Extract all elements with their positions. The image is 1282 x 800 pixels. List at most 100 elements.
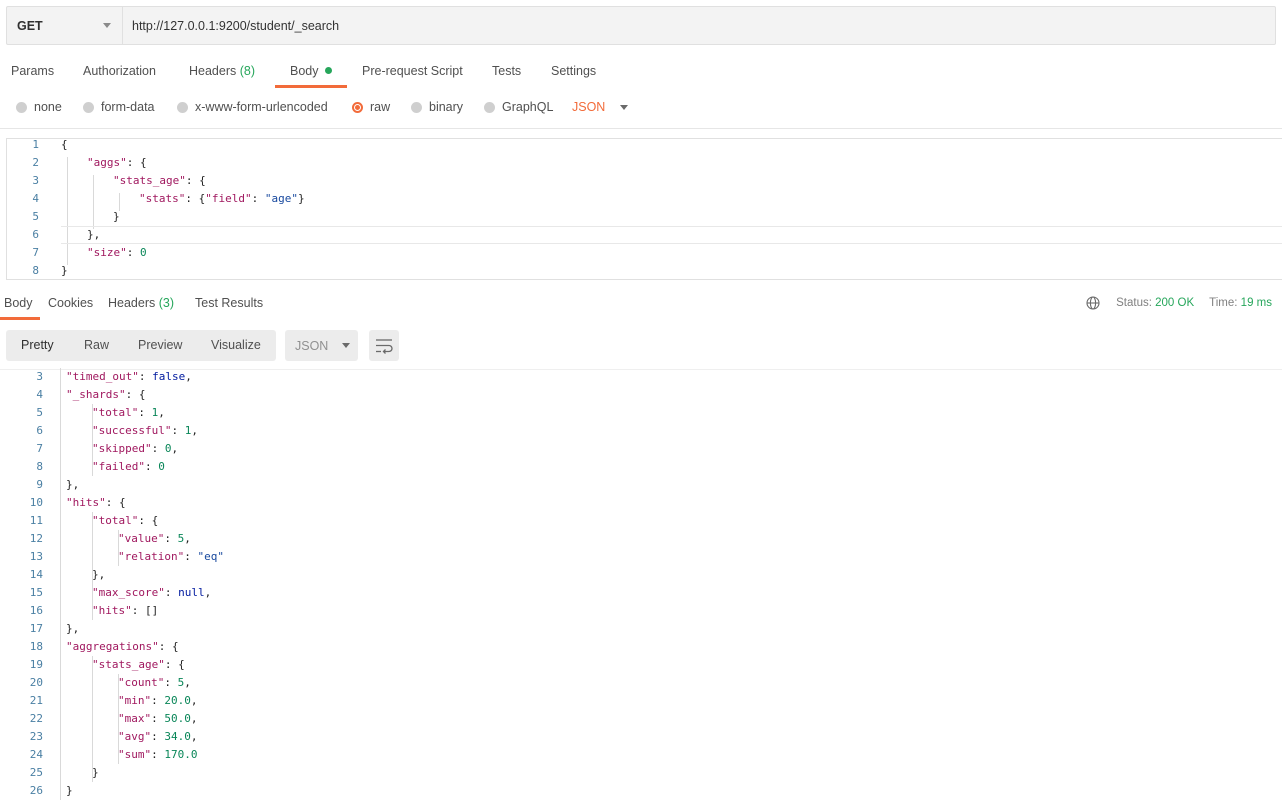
- line-number: 18: [29, 640, 43, 653]
- view-pretty-button[interactable]: Pretty: [21, 338, 54, 352]
- chevron-down-icon: [103, 23, 111, 28]
- radio-graphql[interactable]: GraphQL: [484, 100, 553, 114]
- globe-icon[interactable]: [1086, 296, 1100, 310]
- tab-headers[interactable]: Headers (8): [189, 64, 255, 78]
- tab-tests[interactable]: Tests: [492, 64, 521, 78]
- code-token: false: [152, 370, 186, 383]
- divider: [0, 128, 1282, 129]
- request-bar: GET http://127.0.0.1:9200/student/_searc…: [6, 6, 1276, 45]
- code-token: 170.0: [164, 748, 198, 761]
- code-token: null: [178, 586, 205, 599]
- code-token: "aggregations": [66, 640, 159, 653]
- response-tab-cookies[interactable]: Cookies: [48, 296, 93, 310]
- code-token: ,: [204, 586, 212, 599]
- code-text: "stats_age": {: [92, 656, 185, 674]
- line-number: 7: [32, 246, 39, 259]
- code-token: 50.0: [164, 712, 191, 725]
- code-token: "age": [264, 192, 298, 205]
- tab-prerequest-script[interactable]: Pre-request Script: [362, 64, 463, 78]
- status-label: Status:: [1116, 297, 1152, 309]
- code-text: }: [61, 262, 68, 280]
- response-tab-headers-label: Headers: [108, 296, 156, 310]
- line-number: 20: [29, 676, 43, 689]
- code-token: ,: [191, 424, 198, 437]
- view-preview-button[interactable]: Preview: [138, 338, 182, 352]
- indent-guide: [67, 157, 68, 265]
- view-raw-button[interactable]: Raw: [84, 338, 109, 352]
- code-token: {: [61, 138, 68, 151]
- tab-authorization[interactable]: Authorization: [83, 64, 156, 78]
- request-body-editor[interactable]: 1{2 "aggs": {3 "stats_age": {4 "stats": {"f…: [6, 138, 1282, 280]
- radio-binary[interactable]: binary: [411, 100, 463, 114]
- tab-settings[interactable]: Settings: [551, 64, 596, 78]
- body-language-select[interactable]: JSON: [572, 100, 629, 114]
- code-token: :: [171, 424, 185, 437]
- code-text: },: [92, 566, 105, 584]
- status-value: 200 OK: [1155, 297, 1195, 309]
- code-token: },: [92, 568, 106, 581]
- code-token: :: [151, 694, 165, 707]
- code-token: : {: [125, 388, 146, 401]
- code-token: "max": [118, 712, 152, 725]
- code-text: "total": 1,: [92, 404, 165, 422]
- radio-form-data[interactable]: form-data: [83, 100, 155, 114]
- chevron-down-icon: [342, 343, 351, 348]
- wrap-lines-button[interactable]: [369, 330, 399, 361]
- radio-binary-label: binary: [429, 100, 464, 114]
- radio-none[interactable]: none: [16, 100, 62, 114]
- line-number: 12: [29, 532, 43, 545]
- line-number: 4: [36, 388, 43, 401]
- response-tab-test-results[interactable]: Test Results: [195, 296, 263, 310]
- code-token: "min": [118, 694, 152, 707]
- code-token: "total": [92, 406, 139, 419]
- code-token: "count": [118, 676, 165, 689]
- url-input[interactable]: http://127.0.0.1:9200/student/_search: [123, 7, 1275, 44]
- method-select[interactable]: GET: [7, 7, 123, 44]
- line-number: 19: [29, 658, 43, 671]
- code-token: ,: [190, 730, 198, 743]
- line-number: 17: [29, 622, 43, 635]
- radio-raw[interactable]: raw: [352, 100, 390, 114]
- line-number: 25: [29, 766, 43, 779]
- code-token: :: [164, 532, 178, 545]
- code-text: "stats": {"field": "age"}: [139, 190, 305, 208]
- response-status: Status: 200 OK Time: 19 ms: [1086, 296, 1272, 310]
- response-body-viewer[interactable]: 3 "timed_out": false, 4 "_shards": {5 "total…: [6, 368, 1282, 800]
- code-text: }: [113, 208, 120, 226]
- view-visualize-button[interactable]: Visualize: [211, 338, 261, 352]
- radio-raw-label: raw: [370, 100, 391, 114]
- tab-params[interactable]: Params: [11, 64, 54, 78]
- response-format-select[interactable]: JSON: [285, 330, 358, 361]
- request-tabs: Params Authorization Headers (8) Body Pr…: [0, 56, 700, 88]
- code-token: : {: [185, 174, 206, 187]
- code-token: "timed_out": [66, 370, 139, 383]
- code-token: :: [151, 712, 165, 725]
- tab-body-label: Body: [290, 64, 319, 78]
- line-number: 8: [36, 460, 43, 473]
- line-number: 21: [29, 694, 43, 707]
- code-token: }: [92, 766, 99, 779]
- response-tab-headers[interactable]: Headers (3): [108, 296, 174, 310]
- body-type-options: none form-data x-www-form-urlencoded raw…: [0, 96, 700, 120]
- response-tab-headers-count: (3): [158, 296, 175, 310]
- tab-headers-label: Headers: [189, 64, 237, 78]
- code-token: ,: [184, 676, 191, 689]
- response-tab-body[interactable]: Body: [4, 296, 33, 310]
- response-view-mode: Pretty Raw Preview Visualize: [6, 330, 276, 361]
- tab-body[interactable]: Body: [290, 64, 332, 78]
- line-number: 5: [32, 210, 39, 223]
- code-token: : {: [105, 496, 126, 509]
- line-number: 3: [36, 370, 43, 383]
- code-token: : {: [158, 640, 179, 653]
- code-text: "max_score": null,: [92, 584, 211, 602]
- line-highlight: [61, 243, 1282, 244]
- line-number: 10: [29, 496, 43, 509]
- radio-urlencoded[interactable]: x-www-form-urlencoded: [177, 100, 328, 114]
- code-text: "size": 0: [87, 244, 147, 262]
- wrap-lines-icon: [376, 339, 393, 354]
- radio-none-label: none: [34, 100, 62, 114]
- line-number: 6: [32, 228, 39, 241]
- code-token: ,: [158, 406, 165, 419]
- code-token: : []: [131, 604, 159, 617]
- code-token: "skipped": [92, 442, 152, 455]
